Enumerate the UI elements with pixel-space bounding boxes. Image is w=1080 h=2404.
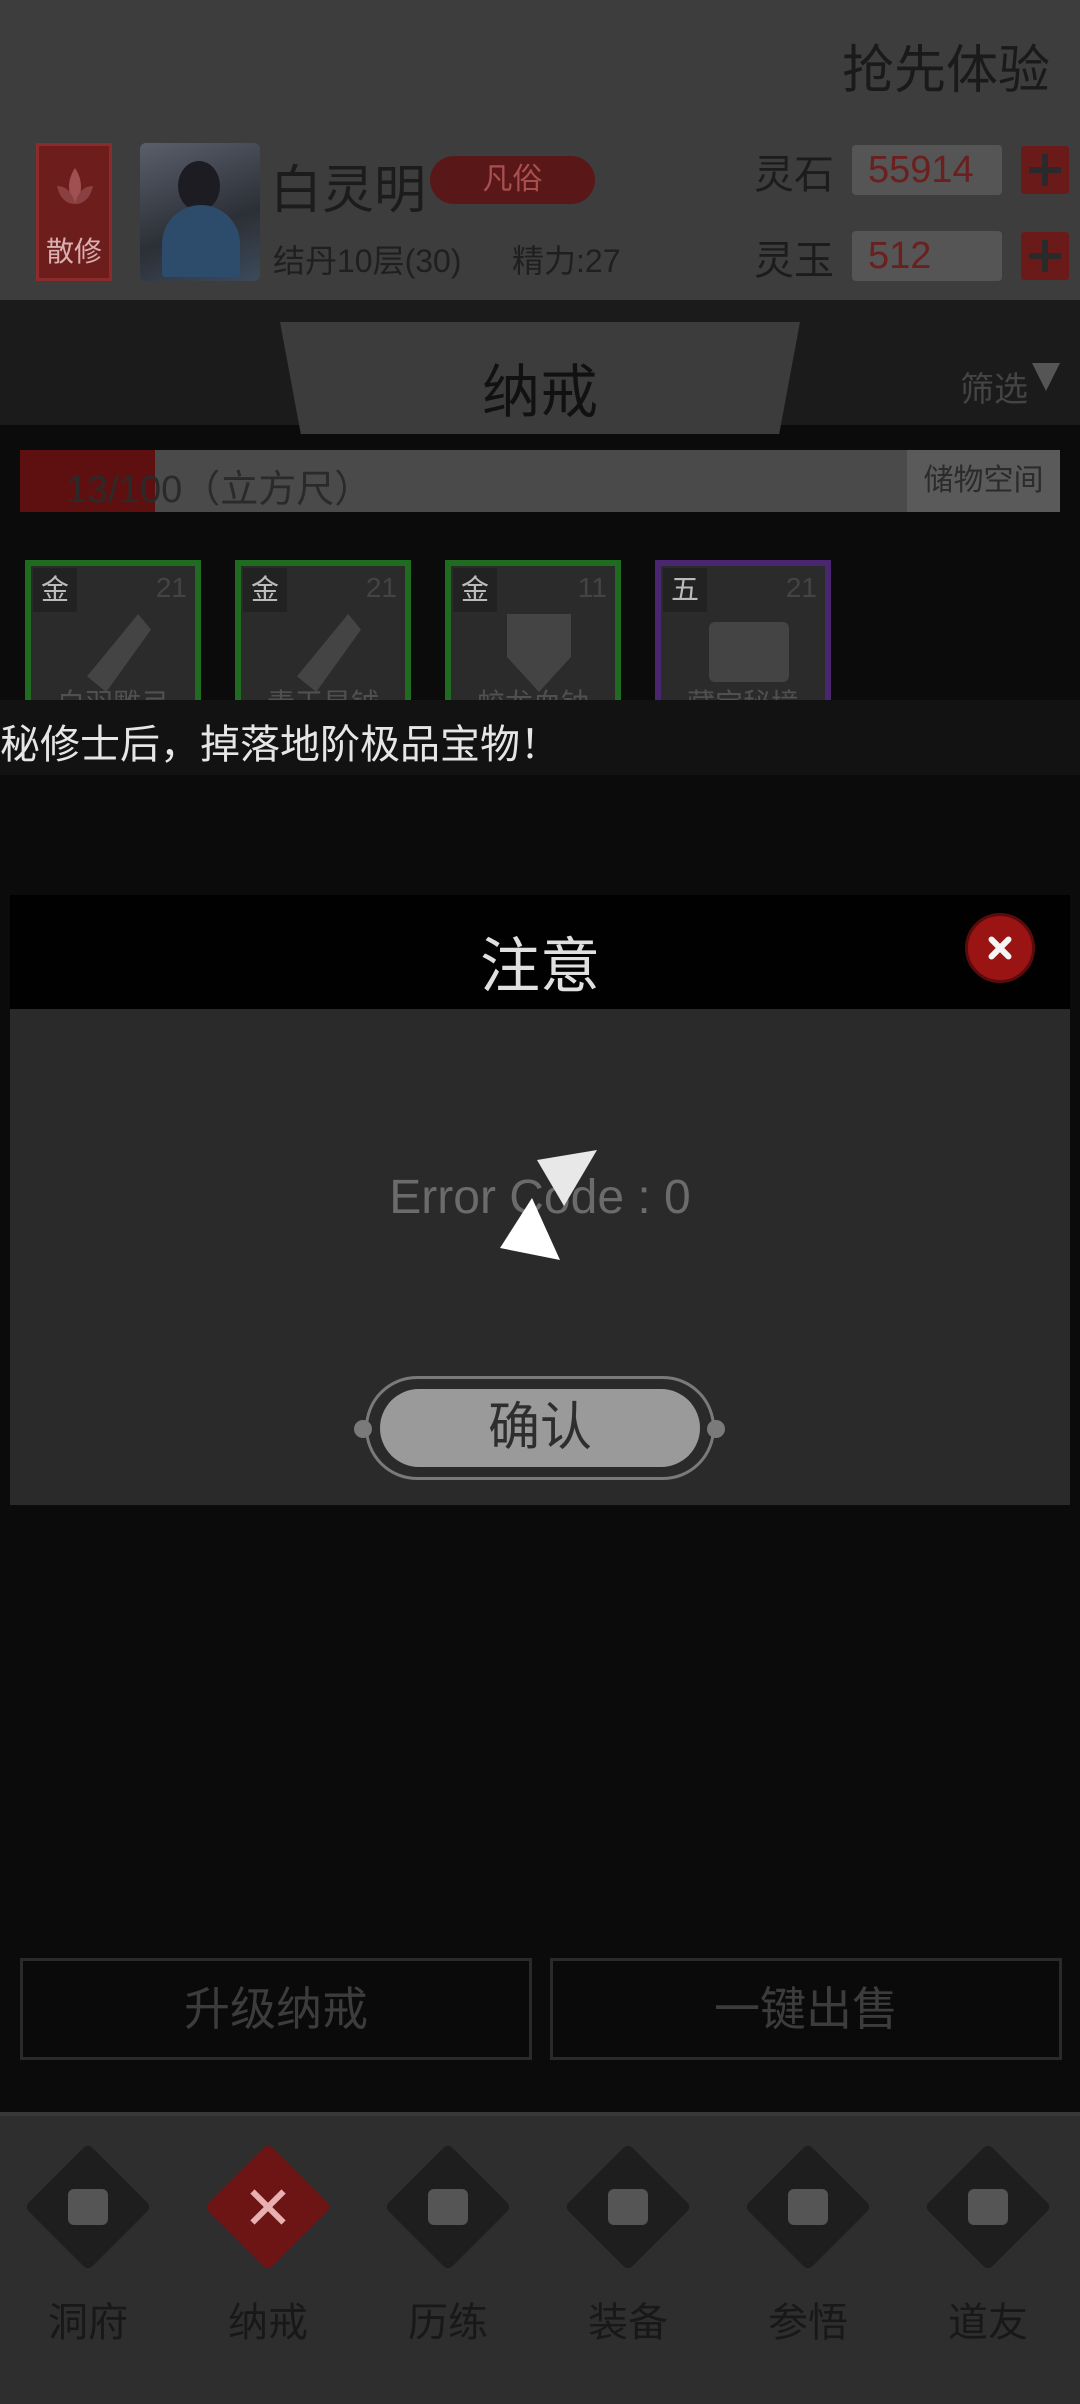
bottom-nav bbox=[0, 2112, 1080, 2404]
cultivator-badge[interactable]: 散修 bbox=[36, 143, 112, 281]
storage-space-button[interactable]: 储物空间 bbox=[907, 450, 1060, 512]
early-access-button[interactable]: 抢先体验 bbox=[842, 28, 1050, 103]
cultivation-level: 结丹10层(30) bbox=[273, 243, 462, 279]
item-level: 11 bbox=[577, 572, 607, 603]
nav-cave-button[interactable] bbox=[24, 2143, 152, 2271]
capacity-text: 13/100（立方尺） bbox=[66, 469, 373, 511]
avatar[interactable] bbox=[140, 143, 260, 281]
rank-badge: 凡俗 bbox=[430, 156, 595, 204]
item-level: 21 bbox=[365, 572, 397, 603]
spirit-stone-value: 55914 bbox=[852, 145, 1002, 195]
nav-label-equipment: 装备 bbox=[588, 2301, 668, 2345]
nav-training-button[interactable] bbox=[384, 2143, 512, 2271]
nav-label-training: 历练 bbox=[408, 2301, 488, 2345]
upgrade-ring-button[interactable]: 升级纳戒 bbox=[20, 1958, 532, 2060]
nav-label-ring: 纳戒 bbox=[228, 2301, 308, 2345]
broadcast-text: 秘修士后，掉落地阶极品宝物！ bbox=[0, 723, 560, 767]
map-scroll-icon bbox=[709, 622, 789, 682]
nav-label-friends: 道友 bbox=[948, 2301, 1028, 2345]
dialog-title: 注意 bbox=[480, 933, 600, 1000]
spirit-jade-value: 512 bbox=[852, 231, 1002, 281]
swords-icon bbox=[428, 2189, 468, 2225]
badge-label: 散修 bbox=[45, 236, 102, 267]
axe-icon bbox=[297, 614, 361, 692]
item-level: 21 bbox=[785, 572, 817, 603]
add-spirit-jade-button[interactable] bbox=[1021, 232, 1069, 280]
sell-all-button[interactable]: 一键出售 bbox=[550, 1958, 1062, 2060]
spirit-stone-label: 灵石 bbox=[754, 153, 834, 197]
nav-ring-button[interactable] bbox=[204, 2143, 332, 2271]
filter-button[interactable]: 筛选 bbox=[960, 362, 1028, 411]
ring-icon bbox=[248, 2189, 288, 2225]
add-spirit-stone-button[interactable] bbox=[1021, 146, 1069, 194]
book-icon bbox=[788, 2189, 828, 2225]
energy-stat: 精力:27 bbox=[512, 243, 621, 279]
confirm-label: 确认 bbox=[380, 1389, 700, 1467]
shield-icon bbox=[507, 614, 571, 692]
close-button[interactable] bbox=[965, 913, 1035, 983]
item-level: 21 bbox=[155, 572, 187, 603]
player-name: 白灵明 bbox=[270, 162, 427, 220]
item-grade: 金 bbox=[243, 568, 287, 612]
nav-label-cave: 洞府 bbox=[48, 2301, 128, 2345]
handshake-icon bbox=[968, 2189, 1008, 2225]
confirm-button[interactable]: 确认 bbox=[365, 1376, 715, 1480]
filter-icon[interactable] bbox=[1032, 363, 1060, 391]
ring-title: 纳戒 bbox=[481, 360, 598, 425]
item-grade: 五 bbox=[663, 568, 707, 612]
lotus-icon bbox=[57, 168, 93, 204]
nav-label-insight: 参悟 bbox=[768, 2301, 848, 2345]
bow-icon bbox=[87, 614, 151, 692]
spirit-jade-label: 灵玉 bbox=[754, 239, 834, 283]
nav-friends-button[interactable] bbox=[924, 2143, 1052, 2271]
gate-icon bbox=[68, 2189, 108, 2225]
nav-insight-button[interactable] bbox=[744, 2143, 872, 2271]
nav-equipment-button[interactable] bbox=[564, 2143, 692, 2271]
item-grade: 金 bbox=[453, 568, 497, 612]
loading-hourglass-icon bbox=[500, 1150, 597, 1260]
dagger-icon bbox=[608, 2189, 648, 2225]
item-grade: 金 bbox=[33, 568, 77, 612]
